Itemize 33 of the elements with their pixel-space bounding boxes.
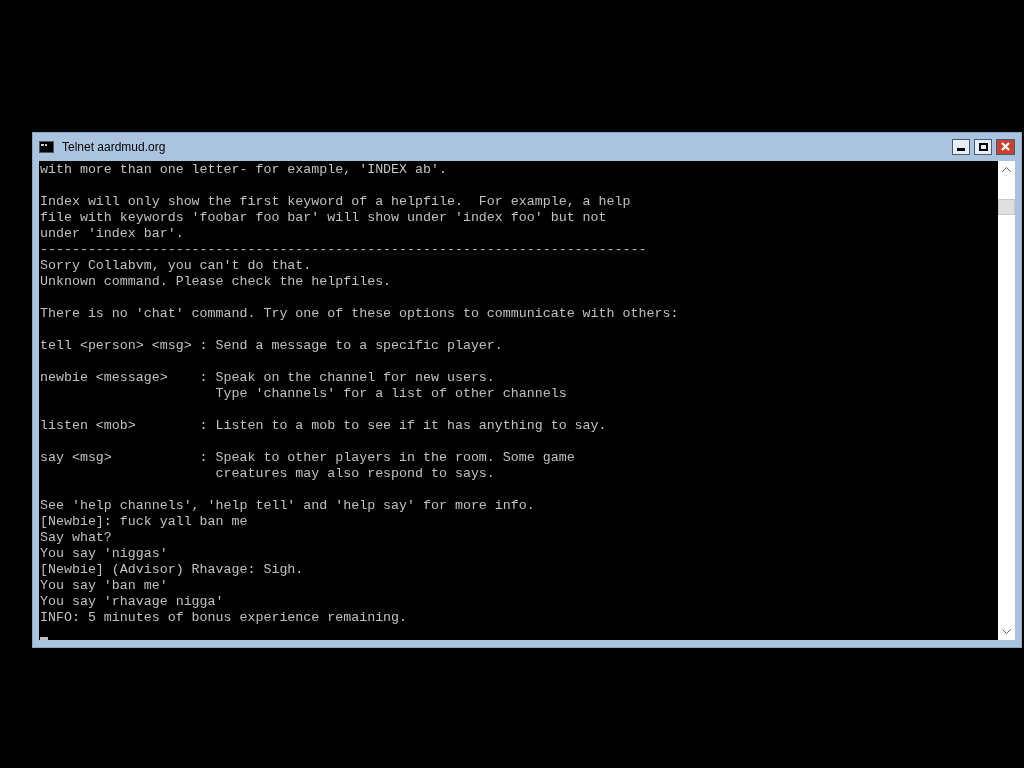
maximize-button[interactable] [974,138,992,155]
console-line: ---------------------------------------------------------------------------- [40,241,647,258]
window-title: Telnet aardmud.org [62,138,166,156]
close-icon [1001,142,1010,152]
close-button[interactable] [996,138,1015,155]
console-line: file with keywords 'foobar foo bar' will show under 'index foo' but not [40,209,607,226]
scroll-down-icon[interactable] [1002,629,1011,634]
console-line: See 'help channels', 'help tell' and 'help say' for more info. [40,497,535,514]
console-line: newbie <message> : Speak on the channel for new users. [40,369,495,386]
minimize-button[interactable] [952,138,970,155]
console-line: You say 'niggas' [40,545,168,562]
console-line: say <msg> : Speak to other players in the room. Some game [40,449,575,466]
console-line: [Newbie] (Advisor) Rhavage: Sigh. [40,561,304,578]
console-line: INFO: 5 minutes of bonus experience remaining. [40,609,408,626]
console-line: You say 'ban me' [40,577,168,594]
console-line: creatures may also respond to says. [214,465,495,482]
console-line: Unknown command. Please check the helpfiles. [40,273,392,290]
scrollbar-thumb[interactable] [998,198,1015,215]
console-line: There is no 'chat' command. Try one of these options to communicate with others: [40,305,679,322]
console-line: Type 'channels' for a list of other channels [214,385,567,402]
console-line: [Newbie]: fuck yall ban me [40,513,248,530]
console-line: under 'index bar'. [40,225,184,242]
console-line: You say 'rhavage nigga' [40,593,224,610]
scrollbar[interactable] [998,160,1015,640]
console-line: with more than one letter- for example, 'INDEX ab'. [40,161,447,178]
console-line: tell <person> <msg> : Send a message to a specific player. [40,337,503,354]
console-line: Sorry Collabvm, you can't do that. [40,257,312,274]
console-line: Say what? [40,529,112,546]
maximize-icon [978,142,988,151]
scroll-up-icon[interactable] [1002,166,1011,172]
console-icon [39,140,54,153]
console-line: Index will only show the first keyword of a helpfile. For example, a help [40,193,631,210]
console-line: listen <mob> : Listen to a mob to see if it has anything to say. [40,417,607,434]
